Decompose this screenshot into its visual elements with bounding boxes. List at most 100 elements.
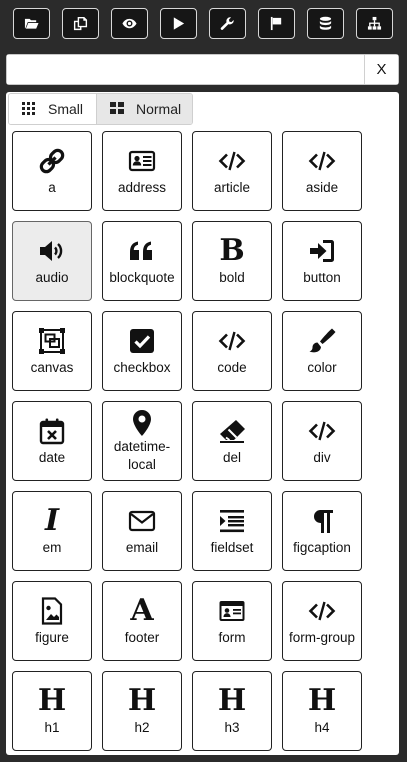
toolbar [0, 0, 407, 48]
envelope-icon [128, 506, 156, 536]
element-tile-figcaption[interactable]: figcaption [282, 491, 362, 571]
element-tile-label: code [217, 359, 247, 375]
element-tile-label: form-group [288, 629, 356, 645]
database-icon [318, 16, 333, 31]
sitemap-icon [367, 16, 382, 31]
element-tile-figure[interactable]: figure [12, 581, 92, 661]
size-normal-button[interactable]: Normal [97, 94, 192, 124]
italic-icon: I [44, 502, 60, 538]
header-icon: H [127, 682, 157, 718]
element-tile-label: figcaption [293, 539, 351, 555]
element-tile-h3[interactable]: Hh3 [192, 671, 272, 751]
element-tile-label: bold [219, 269, 245, 285]
element-tile-label: del [222, 449, 241, 465]
check-square-icon [128, 326, 156, 356]
element-tile-label: datetime-local [113, 439, 171, 472]
volume-up-icon [38, 236, 66, 266]
flag-button[interactable] [258, 8, 295, 39]
address-card-icon [128, 146, 156, 176]
element-tile-label: address [117, 179, 167, 195]
code-icon [308, 596, 336, 626]
element-tile-footer[interactable]: Afooter [102, 581, 182, 661]
map-marker-icon [128, 408, 156, 438]
element-tile-blockquote[interactable]: blockquote [102, 221, 182, 301]
element-tile-label: h4 [314, 719, 330, 735]
element-tile-email[interactable]: email [102, 491, 182, 571]
clear-search-button[interactable]: X [364, 55, 398, 84]
object-group-icon [38, 326, 66, 356]
element-tile-label: footer [124, 629, 160, 645]
play-icon [171, 16, 186, 31]
element-tile-label: h1 [44, 719, 60, 735]
folder-open-icon [24, 16, 39, 31]
element-tile-h4[interactable]: Hh4 [282, 671, 362, 751]
element-tile-color[interactable]: color [282, 311, 362, 391]
element-tile-date[interactable]: date [12, 401, 92, 481]
element-tile-article[interactable]: article [192, 131, 272, 211]
element-tile-label: checkbox [113, 359, 171, 375]
th-large-icon [110, 101, 124, 118]
id-card-icon [218, 596, 246, 626]
play-button[interactable] [160, 8, 197, 39]
search-input[interactable] [7, 55, 365, 84]
element-tile-em[interactable]: Iem [12, 491, 92, 571]
element-palette: Small Normal a address article aside audio bl… [6, 92, 399, 755]
element-tile-address[interactable]: address [102, 131, 182, 211]
copy-button[interactable] [62, 8, 99, 39]
copy-icon [73, 16, 88, 31]
flag-icon [269, 16, 284, 31]
element-tile-form-group[interactable]: form-group [282, 581, 362, 661]
size-toggle: Small Normal [8, 93, 193, 125]
element-tile-bold[interactable]: Bbold [192, 221, 272, 301]
font-icon: A [130, 592, 154, 628]
element-tile-aside[interactable]: aside [282, 131, 362, 211]
element-tile-form[interactable]: form [192, 581, 272, 661]
search-box: X [6, 54, 399, 85]
paint-brush-icon [308, 326, 336, 356]
paragraph-icon [308, 506, 336, 536]
th-icon [22, 101, 36, 118]
element-tile-label: blockquote [109, 269, 175, 285]
calendar-times-icon [38, 416, 66, 446]
element-tile-label: email [125, 539, 159, 555]
database-button[interactable] [307, 8, 344, 39]
element-tile-label: em [42, 539, 62, 555]
element-tile-code[interactable]: code [192, 311, 272, 391]
element-tile-label: fieldset [210, 539, 254, 555]
element-tile-fieldset[interactable]: fieldset [192, 491, 272, 571]
element-tile-div[interactable]: div [282, 401, 362, 481]
file-image-icon [38, 596, 66, 626]
eye-button[interactable] [111, 8, 148, 39]
element-tile-label: audio [35, 269, 69, 285]
wrench-icon [220, 16, 235, 31]
indent-icon [218, 506, 246, 536]
element-tile-label: form [218, 629, 246, 645]
folder-open-button[interactable] [13, 8, 50, 39]
element-tile-button[interactable]: button [282, 221, 362, 301]
sitemap-button[interactable] [356, 8, 393, 39]
element-tile-audio[interactable]: audio [12, 221, 92, 301]
element-tile-label: a [48, 179, 56, 195]
code-icon [308, 416, 336, 446]
element-tile-h2[interactable]: Hh2 [102, 671, 182, 751]
element-tile-checkbox[interactable]: checkbox [102, 311, 182, 391]
code-icon [308, 146, 336, 176]
element-tile-canvas[interactable]: canvas [12, 311, 92, 391]
element-tile-a[interactable]: a [12, 131, 92, 211]
element-tile-label: h3 [224, 719, 240, 735]
element-tile-label: canvas [30, 359, 74, 375]
size-normal-label: Normal [136, 101, 182, 117]
element-tile-label: div [313, 449, 331, 465]
header-icon: H [307, 682, 337, 718]
element-grid: a address article aside audio blockquote Bbold… [12, 131, 362, 751]
element-tile-h1[interactable]: Hh1 [12, 671, 92, 751]
element-tile-datetime-local[interactable]: datetime-local [102, 401, 182, 481]
bold-icon: B [219, 232, 245, 268]
element-tile-label: figure [35, 629, 69, 645]
code-icon [218, 146, 246, 176]
eraser-icon [218, 416, 246, 446]
element-tile-del[interactable]: del [192, 401, 272, 481]
wrench-button[interactable] [209, 8, 246, 39]
size-small-button[interactable]: Small [9, 94, 97, 124]
code-icon [218, 326, 246, 356]
